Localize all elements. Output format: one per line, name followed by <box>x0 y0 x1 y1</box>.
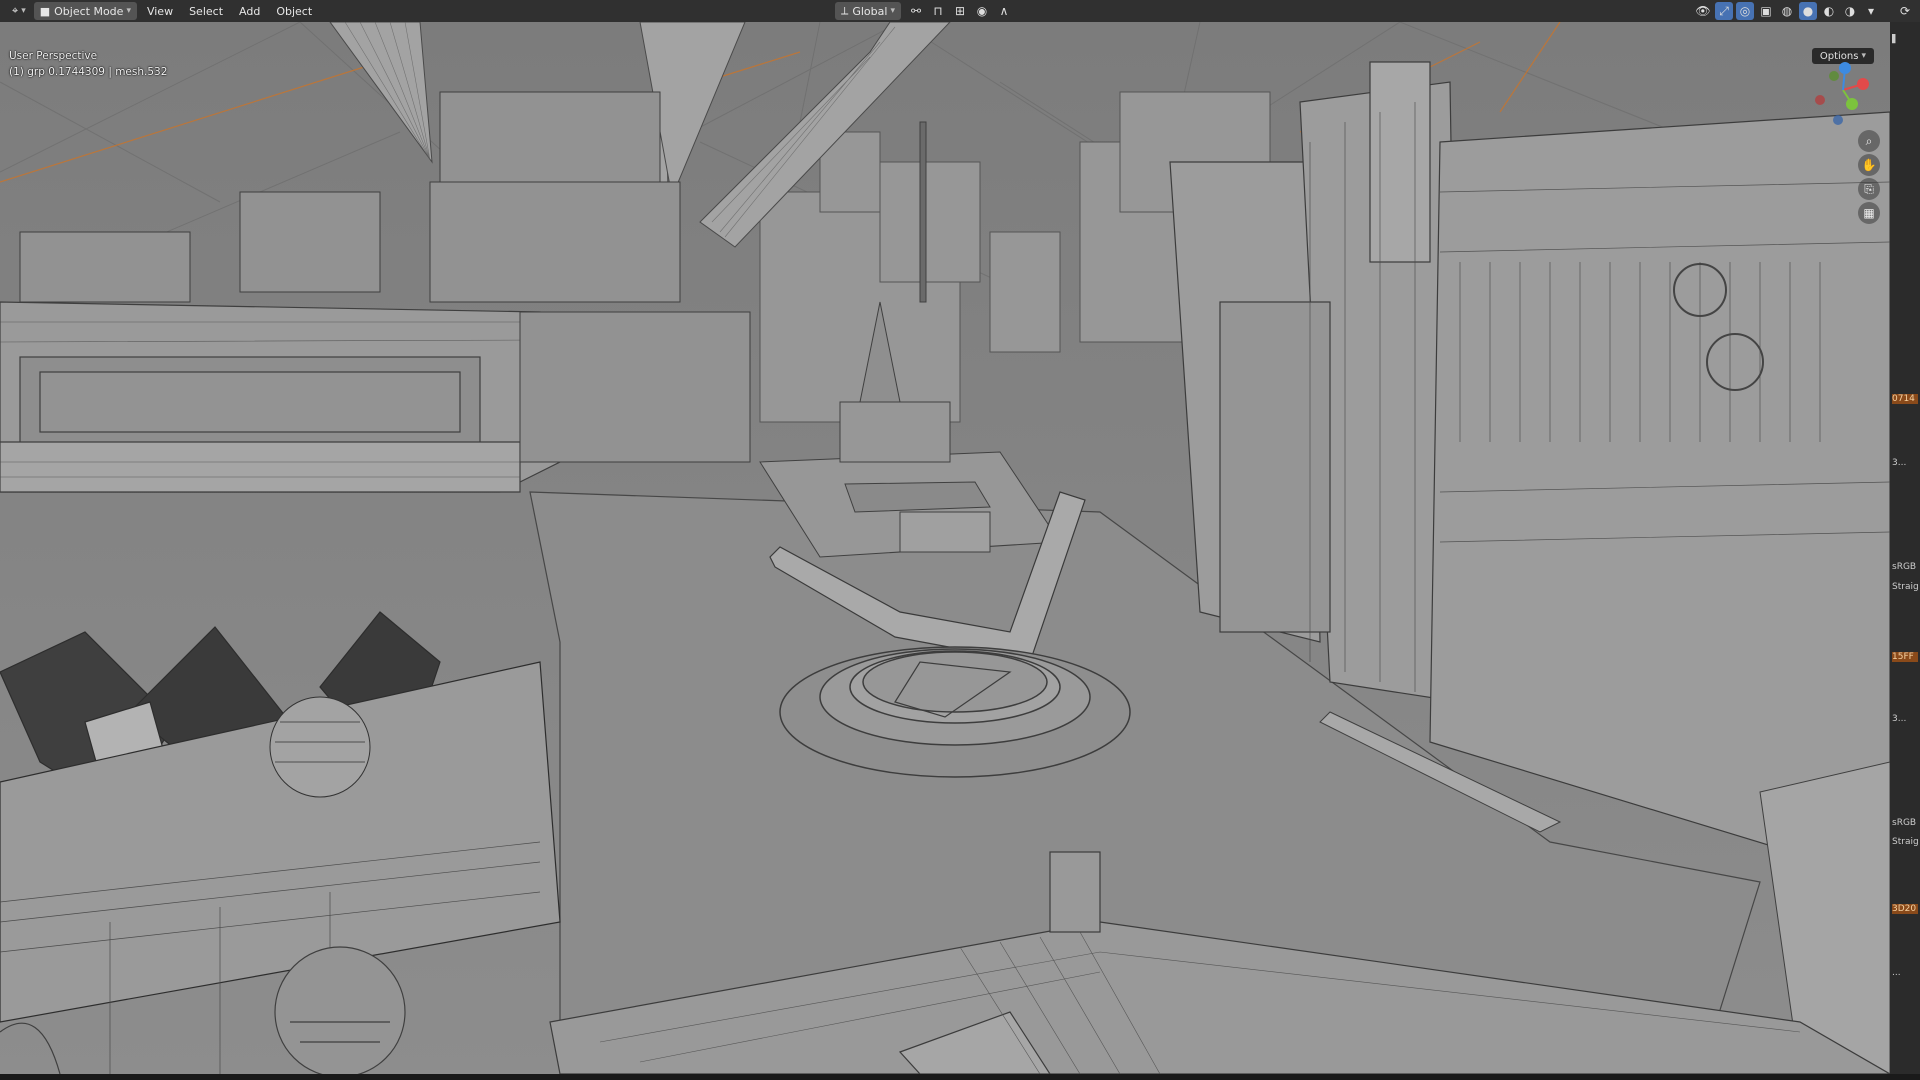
overlay-icon[interactable]: ◎ <box>1736 2 1754 20</box>
3d-viewport-icon: ⌖ <box>12 4 19 17</box>
wireframe-shading-icon[interactable]: ◍ <box>1778 2 1796 20</box>
x-axis-handle[interactable] <box>1857 78 1869 90</box>
neg-z-axis-handle[interactable] <box>1833 115 1843 125</box>
snap-icon[interactable]: ⊓ <box>929 2 947 20</box>
viewport-header: ⌖ ▾ ■ Object Mode ▾ View Select Add Objec… <box>0 0 1920 23</box>
neg-x-axis-handle[interactable] <box>1815 95 1825 105</box>
status-bar-edge <box>0 1074 1920 1080</box>
neg-y-axis-handle[interactable] <box>1829 71 1839 81</box>
menu-view[interactable]: View <box>139 2 181 20</box>
navigation-gizmo[interactable] <box>1808 52 1878 132</box>
orientation-label: Global <box>852 4 888 18</box>
y-axis-handle[interactable] <box>1846 98 1858 110</box>
transform-orientation-dropdown[interactable]: ⟂ Global ▾ <box>835 2 901 20</box>
sidebar-panel-edge[interactable]: ▌ 0714 3... sRGB Straigh 15FF 3... sRGB … <box>1890 22 1920 1074</box>
view-name-label: User Perspective <box>9 50 98 62</box>
side-tab-7[interactable]: Straigh <box>1892 837 1918 847</box>
menu-add[interactable]: Add <box>231 2 268 20</box>
visibility-icon[interactable]: 👁 <box>1694 2 1712 20</box>
side-tab-3[interactable]: Straigh <box>1892 582 1918 592</box>
scene-render <box>0 22 1890 1074</box>
side-tab-5[interactable]: 3... <box>1892 714 1918 724</box>
menu-select[interactable]: Select <box>181 2 231 20</box>
xray-icon[interactable]: ▣ <box>1757 2 1775 20</box>
chevron-down-icon: ▾ <box>21 6 26 16</box>
sync-icon[interactable]: ⟳ <box>1896 2 1914 20</box>
chevron-down-icon: ▾ <box>890 6 895 16</box>
object-mode-icon: ■ <box>39 4 51 18</box>
material-shading-icon[interactable]: ◐ <box>1820 2 1838 20</box>
zoom-icon[interactable]: ⌕ <box>1858 130 1880 152</box>
falloff-icon[interactable]: ∧ <box>995 2 1013 20</box>
side-tab-0[interactable]: 0714 <box>1892 394 1918 404</box>
z-axis-handle[interactable] <box>1839 62 1851 74</box>
grid-icon[interactable]: ▦ <box>1858 202 1880 224</box>
hand-icon[interactable]: ✋ <box>1858 154 1880 176</box>
rendered-shading-icon[interactable]: ◑ <box>1841 2 1859 20</box>
mode-label: Object Mode <box>54 4 124 18</box>
blender-window: ⌖ ▾ ■ Object Mode ▾ View Select Add Objec… <box>0 0 1920 1080</box>
side-tab-1[interactable]: 3... <box>1892 458 1918 468</box>
chevron-down-icon: ▾ <box>126 6 131 16</box>
mode-dropdown[interactable]: ■ Object Mode ▾ <box>33 2 137 20</box>
center-tool-group: ⟂ Global ▾ ⚯ ⊓ ⊞ ◉ ∧ <box>835 2 1013 20</box>
side-tab-6[interactable]: sRGB <box>1892 818 1918 828</box>
editor-type-button[interactable]: ⌖ ▾ <box>6 2 32 20</box>
menu-object[interactable]: Object <box>268 2 320 20</box>
side-tab-9[interactable]: ... <box>1892 968 1918 978</box>
scene-stats-label: (1) grp 0.1744309 | mesh.532 <box>9 66 168 78</box>
side-tab-4[interactable]: 15FF <box>1892 652 1918 662</box>
gizmo-icon[interactable]: ⤢ <box>1715 2 1733 20</box>
orientation-icon: ⟂ <box>841 4 849 17</box>
shading-options-icon[interactable]: ▾ <box>1862 2 1880 20</box>
proportional-edit-icon[interactable]: ◉ <box>973 2 991 20</box>
snap-target-icon[interactable]: ⊞ <box>951 2 969 20</box>
camera-icon[interactable]: ⎘ <box>1858 178 1880 200</box>
side-tab-2[interactable]: sRGB <box>1892 562 1918 572</box>
3d-viewport[interactable]: User Perspective (1) grp 0.1744309 | mes… <box>0 22 1890 1074</box>
right-tool-group: 👁 ⤢ ◎ ▣ ◍ ● ◐ ◑ ▾ <box>1694 2 1880 20</box>
solid-shading-icon[interactable]: ● <box>1799 2 1817 20</box>
side-tab-8[interactable]: 3D20 <box>1892 904 1918 914</box>
panel-grip-icon[interactable]: ▌ <box>1892 34 1918 48</box>
pivot-point-icon[interactable]: ⚯ <box>907 2 925 20</box>
